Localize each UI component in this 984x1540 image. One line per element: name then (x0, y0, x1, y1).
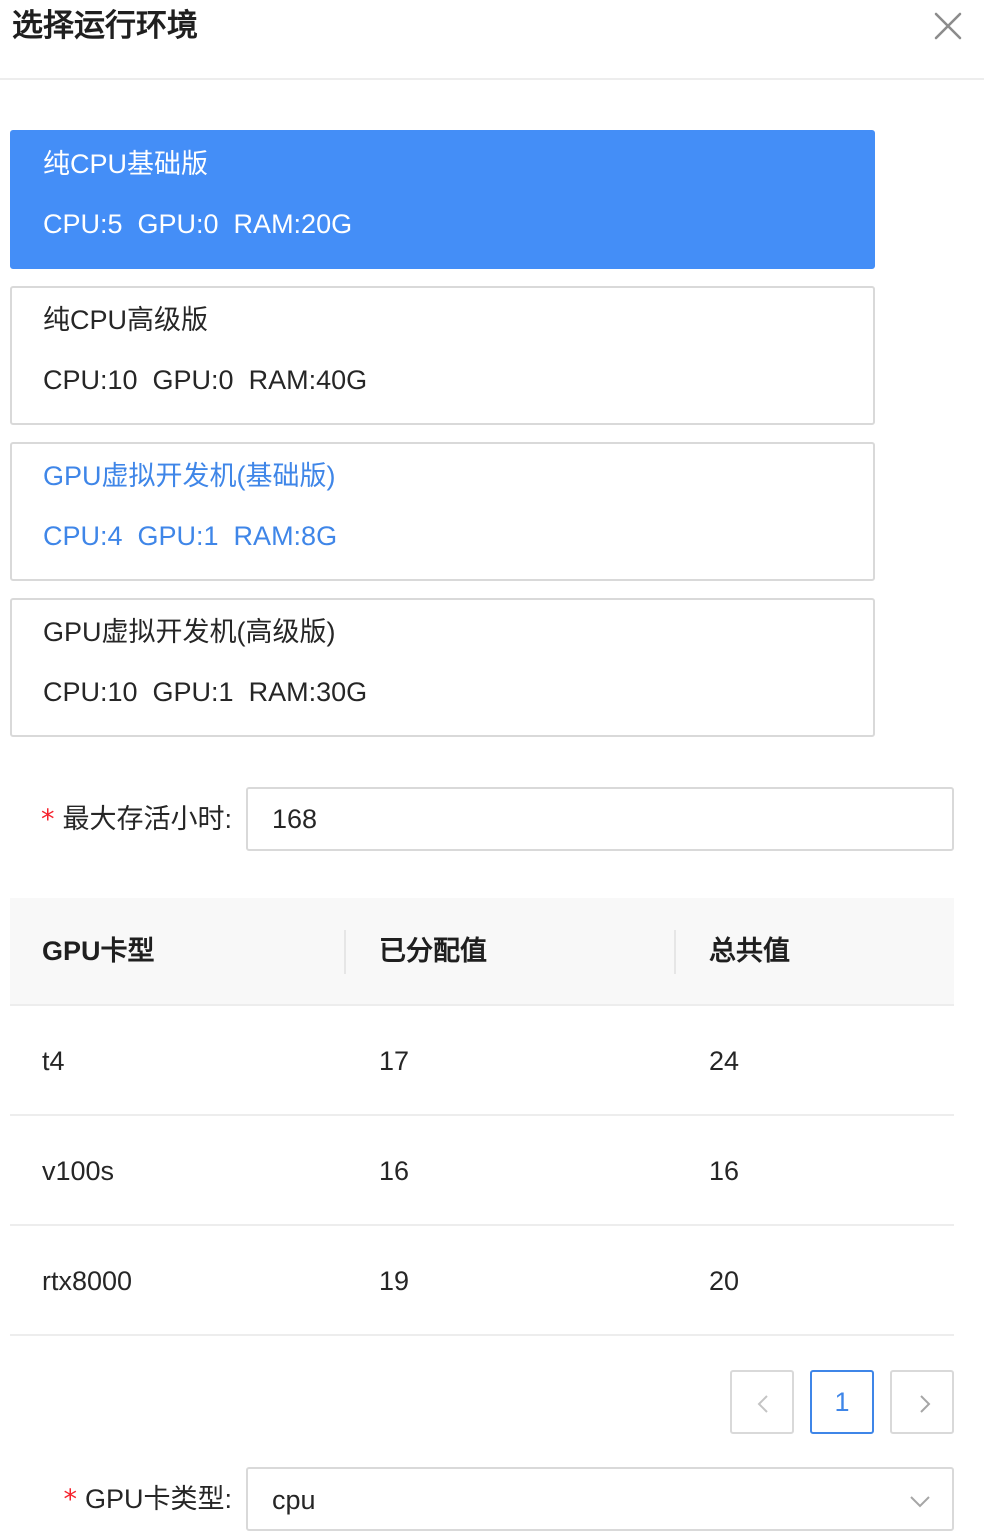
environment-name: 纯CPU基础版 (43, 149, 209, 179)
prev-page-button[interactable] (730, 1370, 794, 1434)
column-header-allocated: 已分配值 (379, 936, 487, 966)
dialog-header: 选择运行环境 (0, 0, 984, 80)
required-mark: * (63, 1484, 77, 1515)
cell-allocated: 17 (379, 1046, 410, 1076)
dialog-title: 选择运行环境 (12, 8, 198, 43)
select-environment-dialog: 选择运行环境 纯CPU基础版 CPU:5 GPU:0 RAM:20G 纯CPU高… (0, 0, 984, 1540)
table-row: rtx8000 19 20 (10, 1226, 954, 1336)
environment-option-gpu-basic[interactable]: GPU虚拟开发机(基础版) CPU:4 GPU:1 RAM:8G (10, 442, 875, 581)
label-colon: : (224, 1484, 232, 1514)
cell-gpu-type: v100s (42, 1156, 115, 1186)
environment-specs: CPU:10 GPU:0 RAM:40G (43, 365, 368, 395)
environment-name: GPU虚拟开发机(高级版) (43, 617, 336, 647)
gpu-type-label: * GPU卡类型: (63, 1481, 232, 1518)
column-divider (344, 930, 346, 974)
column-header-gpu-type: GPU卡型 (42, 936, 155, 966)
environment-specs: CPU:10 GPU:1 RAM:30G (43, 677, 368, 707)
gpu-quota-table: GPU卡型 已分配值 总共值 t4 17 24 v100s 16 16 rtx8… (10, 898, 954, 1336)
cell-gpu-type: t4 (42, 1046, 65, 1076)
gpu-type-row: * GPU卡类型: cpu (0, 1467, 984, 1531)
cell-gpu-type: rtx8000 (42, 1266, 133, 1296)
label-colon: : (224, 804, 232, 834)
environment-name: 纯CPU高级版 (43, 305, 209, 335)
column-header-total: 总共值 (709, 936, 790, 966)
next-page-button[interactable] (890, 1370, 954, 1434)
close-button[interactable] (930, 8, 966, 44)
gpu-type-label-text: GPU卡类型 (84, 1484, 225, 1514)
max-hours-label-text: 最大存活小时 (62, 804, 225, 834)
chevron-left-icon (757, 1395, 768, 1413)
table-row: v100s 16 16 (10, 1116, 954, 1226)
cell-allocated: 16 (379, 1156, 410, 1186)
max-hours-label: * 最大存活小时: (41, 801, 232, 838)
environment-specs: CPU:4 GPU:1 RAM:8G (43, 521, 338, 551)
chevron-down-icon (910, 1496, 930, 1508)
environment-option-cpu-advanced[interactable]: 纯CPU高级版 CPU:10 GPU:0 RAM:40G (10, 286, 875, 425)
column-divider (674, 930, 676, 974)
environment-option-gpu-advanced[interactable]: GPU虚拟开发机(高级版) CPU:10 GPU:1 RAM:30G (10, 598, 875, 737)
gpu-type-select[interactable]: cpu (246, 1467, 954, 1531)
gpu-type-selected-value: cpu (272, 1485, 316, 1515)
environment-name: GPU虚拟开发机(基础版) (43, 461, 336, 491)
table-header: GPU卡型 已分配值 总共值 (10, 898, 954, 1006)
cell-allocated: 19 (379, 1266, 410, 1296)
page-number-button[interactable]: 1 (810, 1370, 874, 1434)
required-mark: * (40, 804, 55, 835)
max-hours-input[interactable] (246, 787, 954, 851)
table-row: t4 17 24 (10, 1006, 954, 1116)
chevron-right-icon (920, 1395, 931, 1413)
cell-total: 24 (709, 1046, 740, 1076)
cell-total: 16 (709, 1156, 740, 1186)
environment-option-cpu-basic[interactable]: 纯CPU基础版 CPU:5 GPU:0 RAM:20G (10, 130, 875, 269)
close-icon (934, 12, 962, 40)
max-hours-row: * 最大存活小时: (0, 787, 984, 851)
environment-specs: CPU:5 GPU:0 RAM:20G (43, 209, 353, 239)
cell-total: 20 (709, 1266, 740, 1296)
